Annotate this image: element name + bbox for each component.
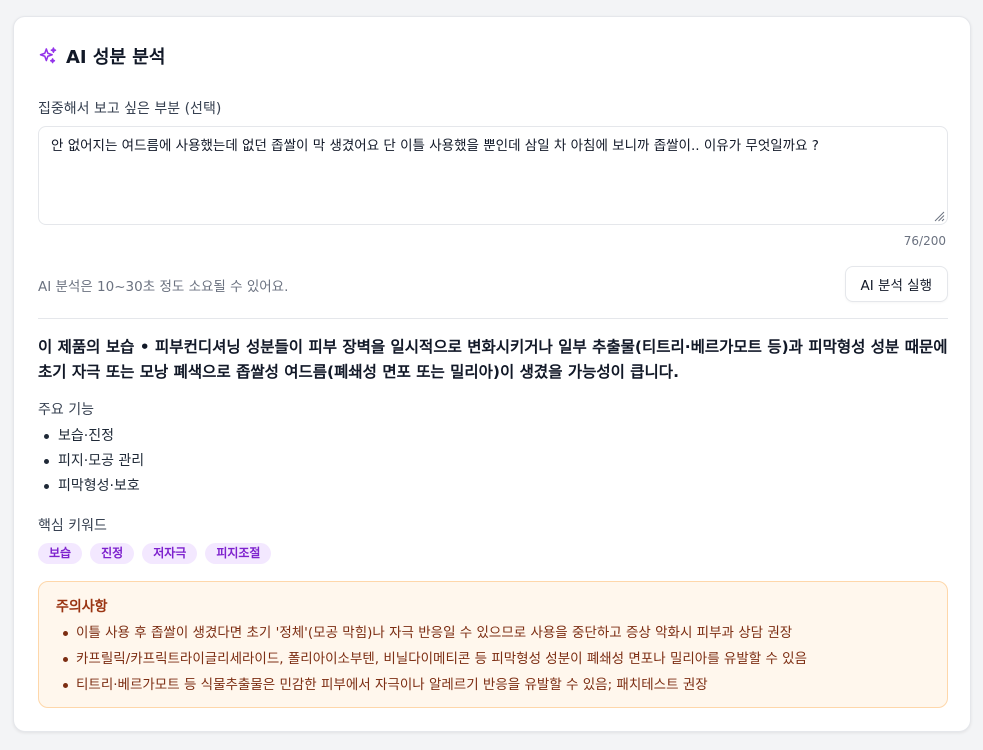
keyword-tag: 진정 (90, 543, 135, 564)
caution-item: 카프릴릭/카프릭트라이글리세라이드, 폴리아이소부텐, 비닐다이메티콘 등 피막… (63, 646, 807, 672)
char-counter: 76/200 (903, 234, 946, 248)
card-title: AI 성분 분석 (66, 47, 166, 68)
caution-title: 주의사항 (56, 599, 108, 615)
function-text: 피지·모공 관리 (58, 453, 145, 469)
keywords-label: 핵심 키워드 (38, 518, 107, 534)
function-item: 피지·모공 관리 (44, 449, 144, 474)
caution-text: 이틀 사용 후 좁쌀이 생겼다면 초기 '정체'(모공 막힘)나 자극 반응일 … (76, 625, 793, 641)
keyword-tag: 피지조절 (205, 543, 272, 564)
keyword-tag: 저자극 (142, 543, 198, 564)
result-summary: 이 제품의 보습 • 피부컨디셔닝 성분들이 피부 장벽을 일시적으로 변화시키… (38, 338, 948, 381)
bullet-icon (44, 484, 49, 489)
function-text: 피막형성·보호 (58, 478, 140, 494)
bullet-icon (44, 459, 49, 464)
functions-label: 주요 기능 (38, 402, 94, 418)
focus-field-label: 집중해서 보고 싶은 부분 (선택) (38, 101, 222, 117)
bullet-icon (63, 656, 68, 662)
functions-list: 보습·진정 피지·모공 관리 피막형성·보호 (44, 424, 144, 499)
focus-textarea-container: 안 없어지는 여드름에 사용했는데 없던 좁쌀이 막 생겼어요 단 이틀 사용했… (38, 126, 948, 225)
keyword-tag: 보습 (38, 543, 83, 564)
bullet-icon (63, 630, 68, 636)
card-header: AI 성분 분석 (38, 43, 165, 69)
caution-text: 카프릴릭/카프릭트라이글리세라이드, 폴리아이소부텐, 비닐다이메티콘 등 피막… (76, 651, 808, 667)
run-row: AI 분석은 10~30초 정도 소요될 수 있어요. AI 분석 실행 (38, 266, 948, 302)
caution-box: 주의사항 이틀 사용 후 좁쌀이 생겼다면 초기 '정체'(모공 막힘)나 자극… (38, 581, 948, 708)
sparkles-icon (38, 46, 58, 66)
function-text: 보습·진정 (58, 428, 114, 444)
run-hint-text: AI 분석은 10~30초 정도 소요될 수 있어요. (38, 279, 289, 295)
focus-textarea[interactable]: 안 없어지는 여드름에 사용했는데 없던 좁쌀이 막 생겼어요 단 이틀 사용했… (39, 127, 947, 224)
run-analysis-button[interactable]: AI 분석 실행 (844, 266, 948, 302)
divider (38, 318, 948, 319)
function-item: 피막형성·보호 (44, 474, 144, 499)
keyword-tags: 보습 진정 저자극 피지조절 (38, 543, 272, 564)
resize-grip-icon[interactable] (933, 210, 945, 222)
caution-text: 티트리·베르가모트 등 식물추출물은 민감한 피부에서 자극이나 알레르기 반응… (76, 677, 708, 693)
bullet-icon (44, 434, 49, 439)
caution-list: 이틀 사용 후 좁쌀이 생겼다면 초기 '정체'(모공 막힘)나 자극 반응일 … (63, 620, 807, 698)
ai-analysis-card: AI 성분 분석 집중해서 보고 싶은 부분 (선택) 안 없어지는 여드름에 … (13, 16, 971, 732)
bullet-icon (63, 682, 68, 688)
caution-item: 티트리·베르가모트 등 식물추출물은 민감한 피부에서 자극이나 알레르기 반응… (63, 672, 807, 698)
function-item: 보습·진정 (44, 424, 144, 449)
caution-item: 이틀 사용 후 좁쌀이 생겼다면 초기 '정체'(모공 막힘)나 자극 반응일 … (63, 620, 807, 646)
